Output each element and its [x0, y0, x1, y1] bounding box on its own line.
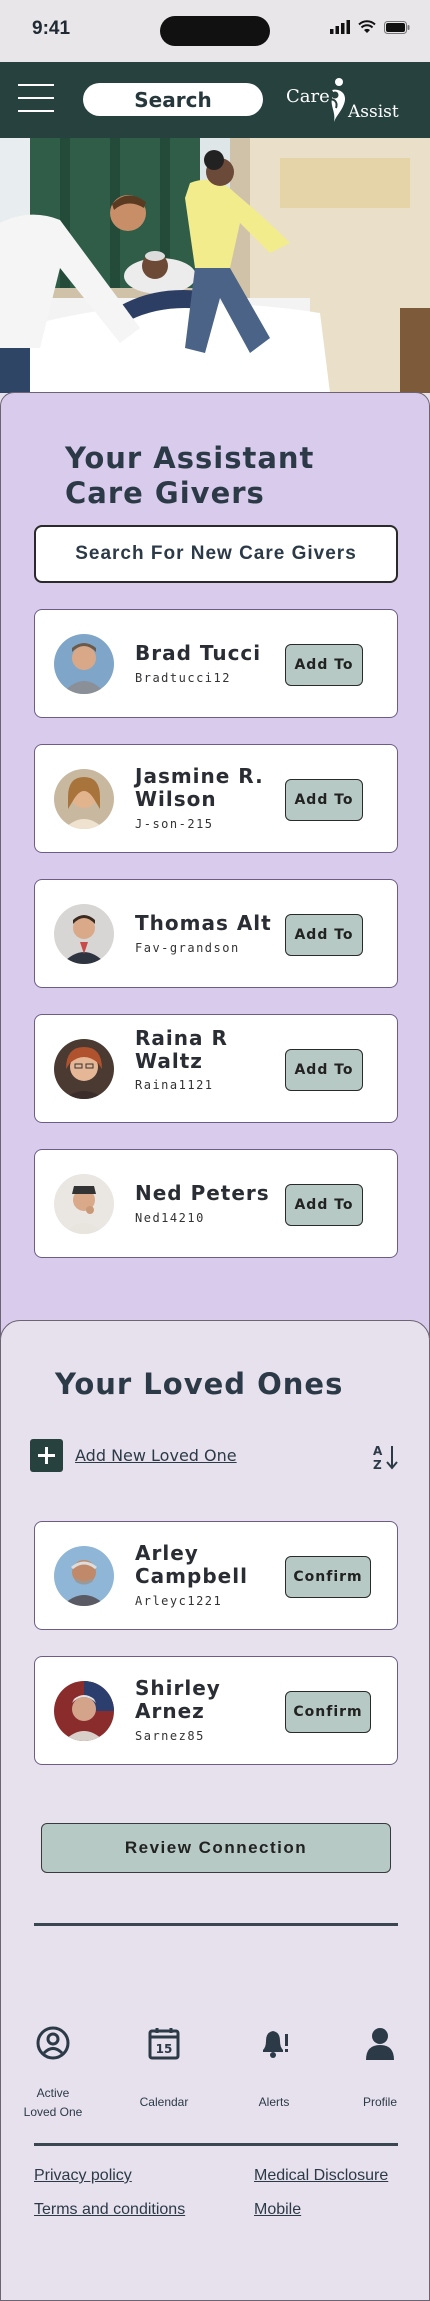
nav-profile[interactable]: Profile [335, 2026, 425, 2112]
review-connection-button[interactable]: Review Connection [41, 1823, 391, 1873]
avatar [54, 904, 114, 964]
caregiver-card: Raina R Waltz Raina1121 Add To [34, 1014, 398, 1123]
divider [34, 1923, 398, 1926]
title-line-2: Care Givers [65, 476, 265, 510]
add-to-button[interactable]: Add To [285, 1184, 363, 1226]
loved-one-name: Arley Campbell [135, 1541, 248, 1588]
bell-alert-icon [263, 2031, 288, 2058]
caregiver-card: Thomas Alt Fav-grandson Add To [34, 879, 398, 988]
nav-label: Alerts [258, 2095, 290, 2109]
loved-one-card: Arley Campbell Arleyc1221 Confirm [34, 1521, 398, 1630]
user-circle-icon [36, 2026, 70, 2060]
loved-one-card: Shirley Arnez Sarnez85 Confirm [34, 1656, 398, 1765]
status-time: 9:41 [32, 18, 71, 39]
caregiver-username: J-son-215 [135, 817, 214, 831]
mobile-link[interactable]: Mobile [254, 2201, 301, 2219]
loved-one-username: Sarnez85 [135, 1729, 205, 1743]
nav-label: Profile [362, 2095, 397, 2109]
add-to-button[interactable]: Add To [285, 1049, 363, 1091]
privacy-policy-link[interactable]: Privacy policy [34, 2167, 132, 2185]
logo-text-care: Care [286, 86, 330, 107]
hero-caregivers-image [0, 138, 430, 393]
divider [34, 2143, 398, 2146]
confirm-button[interactable]: Confirm [285, 1556, 371, 1598]
avatar [54, 1681, 114, 1741]
add-new-loved-one-label: Add New Loved One [75, 1446, 237, 1465]
loved-one-name: Shirley Arnez [135, 1676, 221, 1723]
avatar [54, 1174, 114, 1234]
caregiver-username: Bradtucci12 [135, 671, 231, 685]
plus-icon [30, 1439, 63, 1472]
caregiver-username: Fav-grandson [135, 941, 240, 955]
medical-disclosure-link[interactable]: Medical Disclosure [254, 2167, 388, 2185]
search-new-caregivers-button[interactable]: Search For New Care Givers [34, 525, 398, 583]
dynamic-island [160, 16, 270, 46]
nav-label-line1: Active [36, 2086, 70, 2100]
title-line-1: Your Assistant [65, 441, 315, 475]
caregiver-name: Jasmine R. Wilson [135, 764, 264, 811]
caregiver-name: Brad Tucci [135, 641, 262, 665]
add-new-loved-one-link[interactable]: Add New Loved One [30, 1439, 237, 1472]
svg-text:15: 15 [156, 2042, 173, 2056]
loved-ones-panel: Your Loved Ones Add New Loved One A Z Ar… [0, 1320, 430, 2301]
logo-text-assist: Assist [348, 102, 399, 122]
nav-calendar[interactable]: 15 Calendar [119, 2026, 209, 2112]
wifi-icon [358, 20, 376, 33]
svg-text:Z: Z [373, 1458, 382, 1471]
calendar-icon: 15 [148, 2028, 180, 2060]
loved-one-username: Arleyc1221 [135, 1594, 223, 1608]
avatar [54, 634, 114, 694]
search-button[interactable]: Search [83, 83, 263, 116]
svg-text:A: A [373, 1444, 383, 1458]
caregiver-card: Jasmine R. Wilson J-son-215 Add To [34, 744, 398, 853]
caregiver-card: Ned Peters Ned14210 Add To [34, 1149, 398, 1258]
add-to-button[interactable]: Add To [285, 779, 363, 821]
add-to-button[interactable]: Add To [285, 644, 363, 686]
status-bar: 9:41 [0, 0, 430, 62]
nav-alerts[interactable]: Alerts [229, 2026, 319, 2112]
battery-icon [384, 20, 410, 34]
hero-illustration [0, 138, 430, 393]
nav-label: Active Loved One [8, 2084, 98, 2122]
avatar [54, 769, 114, 829]
nav-active-loved-one[interactable]: Active Loved One [8, 2026, 98, 2122]
confirm-button[interactable]: Confirm [285, 1691, 371, 1733]
avatar [54, 1546, 114, 1606]
caregiver-username: Ned14210 [135, 1211, 205, 1225]
loved-ones-title: Your Loved Ones [55, 1367, 344, 1401]
caregiver-username: Raina1121 [135, 1078, 214, 1092]
hamburger-menu-icon[interactable] [18, 84, 54, 114]
caregiver-name: Thomas Alt [135, 911, 272, 935]
add-to-button[interactable]: Add To [285, 914, 363, 956]
app-header: Search Care Assist [0, 62, 430, 138]
profile-icon [366, 2028, 394, 2060]
terms-link[interactable]: Terms and conditions [34, 2201, 185, 2219]
care-assist-logo: Care Assist [286, 76, 406, 126]
caregiver-name: Raina R Waltz [135, 1026, 228, 1073]
sort-az-icon[interactable]: A Z [373, 1443, 401, 1471]
avatar [54, 1039, 114, 1099]
nav-label: Calendar [139, 2095, 189, 2109]
assistant-caregivers-panel: Your Assistant Care Givers Search For Ne… [0, 392, 430, 1338]
status-icons [330, 20, 410, 34]
nav-label-line2: Loved One [23, 2105, 83, 2119]
assistant-caregivers-title: Your Assistant Care Givers [65, 441, 314, 511]
caregiver-card: Brad Tucci Bradtucci12 Add To [34, 609, 398, 718]
caregiver-name: Ned Peters [135, 1181, 270, 1205]
signal-icon [330, 20, 350, 34]
